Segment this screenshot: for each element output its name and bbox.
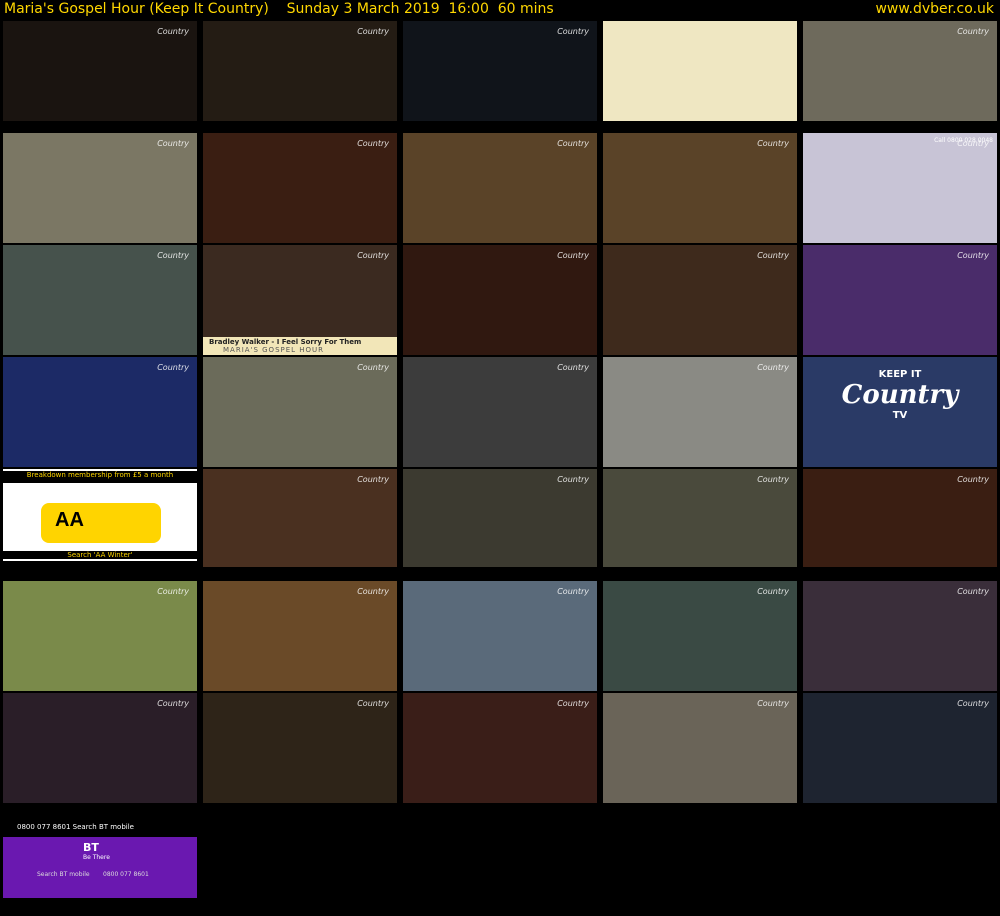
thumb-choir-stage[interactable]: Country: [803, 581, 997, 691]
channel-logo: Country: [957, 699, 989, 708]
channel-logo: Country: [557, 475, 589, 484]
bt-logo: BT: [83, 841, 99, 854]
thumb-child-hood[interactable]: Country: [3, 245, 197, 355]
show-caption: MARIA'S GOSPEL HOUR: [223, 346, 325, 354]
channel-logo: Country: [357, 27, 389, 36]
channel-logo: Country: [957, 251, 989, 260]
ktc-top-text: KEEP IT: [878, 369, 922, 380]
channel-logo: Country: [957, 587, 989, 596]
thumb-field-trio[interactable]: Country: [3, 581, 197, 691]
thumb-elderly-woman[interactable]: Country: [603, 693, 797, 803]
aa-bottom-text: Search 'AA Winter': [3, 551, 197, 559]
thumb-woman-mic[interactable]: Country: [403, 469, 597, 567]
channel-logo: Country: [357, 587, 389, 596]
thumb-singers-bearded[interactable]: Country: [3, 693, 197, 803]
bt-number: 0800 077 8601: [103, 871, 149, 878]
channel-logo: Country: [357, 699, 389, 708]
thumb-man-rural-guitar[interactable]: Country: [803, 21, 997, 121]
channel-logo: Country: [557, 139, 589, 148]
thumb-two-men-mic[interactable]: Country: [603, 245, 797, 355]
channel-logo: Country: [757, 139, 789, 148]
channel-logo: Country: [357, 363, 389, 372]
thumb-advert-shelves[interactable]: Country Call 0800 028 0048: [803, 133, 997, 243]
thumb-guitarist-band[interactable]: Country: [203, 21, 397, 121]
ktc-main-text: Country: [841, 380, 959, 410]
channel-logo: Country: [557, 587, 589, 596]
ktc-sub-text: TV: [892, 410, 908, 421]
thumb-blue-guitar[interactable]: Country: [3, 357, 197, 467]
thumb-maria-studio[interactable]: Country: [203, 133, 397, 243]
thumb-couple-cottage[interactable]: Country: [3, 133, 197, 243]
bt-tagline: Be There: [83, 854, 110, 861]
thumb-old-man-outdoor[interactable]: Country: [203, 357, 397, 467]
channel-logo: Country: [157, 251, 189, 260]
aa-top-text: Breakdown membership from £5 a month: [3, 471, 197, 483]
thumb-three-men-suits[interactable]: Country: [803, 693, 997, 803]
thumb-bt-advert[interactable]: 0800 077 8601 Search BT mobile BT Be There…: [3, 823, 197, 898]
song-caption-bar: Bradley Walker - I Feel Sorry For Them MA…: [203, 337, 397, 355]
thumb-bass-player[interactable]: Country: [403, 21, 597, 121]
channel-logo: Country: [757, 475, 789, 484]
channel-logo: Country: [157, 587, 189, 596]
keep-it-country-logo: KEEP IT Country TV: [803, 369, 997, 421]
thumb-living-room[interactable]: Country: [403, 581, 597, 691]
channel-logo: Country: [157, 27, 189, 36]
bt-search-text: Search BT mobile: [37, 871, 90, 878]
thumb-woman-studio[interactable]: Country: [603, 581, 797, 691]
thumb-woman-singing[interactable]: Country: [203, 469, 397, 567]
aa-van-icon: AA: [41, 503, 161, 543]
thumb-bradley-walker[interactable]: Country Bradley Walker - I Feel Sorry For…: [203, 245, 397, 355]
thumb-singer-guitar[interactable]: Country: [403, 133, 597, 243]
thumb-singer-guitar-2[interactable]: Country: [603, 133, 797, 243]
thumb-piano-party[interactable]: Country: [203, 693, 397, 803]
channel-logo: Country: [557, 27, 589, 36]
channel-logo: Country: [157, 139, 189, 148]
channel-logo: Country: [957, 475, 989, 484]
channel-logo: Country: [157, 363, 189, 372]
thumb-bw-bench[interactable]: Country: [603, 357, 797, 467]
thumb-man-closeup-warm[interactable]: Country: [203, 581, 397, 691]
channel-logo: Country: [557, 699, 589, 708]
channel-logo: Country: [557, 363, 589, 372]
thumb-singer-mic-red[interactable]: Country: [403, 245, 597, 355]
channel-logo: Country: [157, 699, 189, 708]
channel-logo: Country: [757, 699, 789, 708]
channel-logo: Country: [357, 139, 389, 148]
thumb-purple-guitar[interactable]: Country: [803, 245, 997, 355]
channel-logo: Country: [757, 587, 789, 596]
advert-phone: Call 0800 028 0048: [934, 137, 993, 144]
thumb-bw-portrait[interactable]: Country: [403, 357, 597, 467]
thumb-bearded-singer[interactable]: Country: [403, 693, 597, 803]
channel-logo: Country: [357, 475, 389, 484]
thumb-keep-it-country-ident[interactable]: KEEP IT Country TV: [803, 357, 997, 467]
channel-logo: Country: [757, 251, 789, 260]
thumb-maria-studio-2[interactable]: Country: [803, 469, 997, 567]
aa-logo: AA: [55, 509, 84, 531]
channel-logo: Country: [357, 251, 389, 260]
thumbnail-grid: Country Country Country Country Country Count…: [0, 0, 1000, 916]
channel-logo: Country: [557, 251, 589, 260]
thumb-presenter-closeup[interactable]: Country: [3, 21, 197, 121]
thumb-bright-sunburst[interactable]: [603, 21, 797, 121]
channel-logo: Country: [757, 363, 789, 372]
thumb-woman-mic-2[interactable]: Country: [603, 469, 797, 567]
song-caption: Bradley Walker - I Feel Sorry For Them: [209, 338, 362, 346]
bt-phone-top: 0800 077 8601 Search BT mobile: [3, 823, 197, 837]
thumb-aa-advert[interactable]: Breakdown membership from £5 a month AA Se…: [3, 469, 197, 561]
channel-logo: Country: [957, 27, 989, 36]
